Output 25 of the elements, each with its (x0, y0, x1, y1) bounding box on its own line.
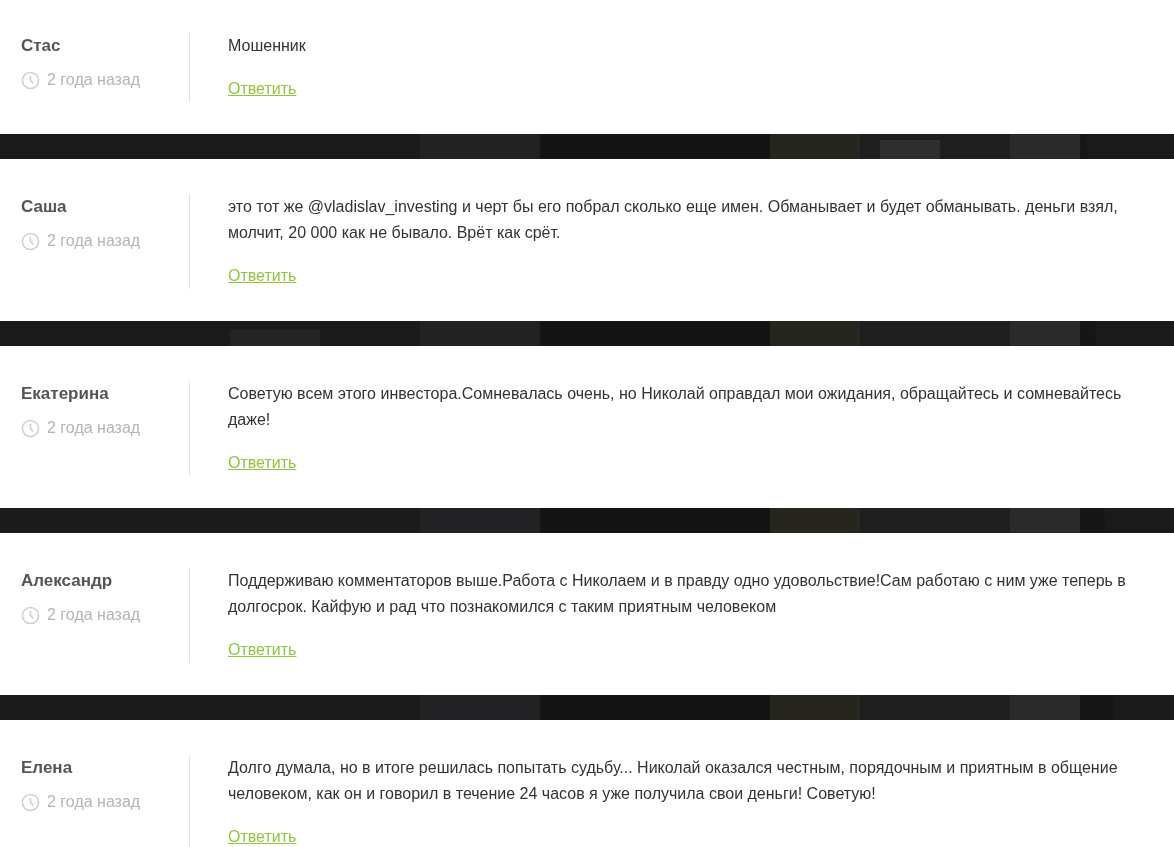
author-name: Елена (21, 757, 73, 779)
comment-time: 2 года назад (47, 231, 141, 251)
comment-time: 2 года назад (47, 418, 141, 438)
reply-link[interactable]: Ответить (228, 263, 297, 289)
clock-icon (21, 418, 40, 438)
reply-link[interactable]: Ответить (228, 824, 297, 847)
reply-link[interactable]: Ответить (228, 76, 297, 102)
comment-text: Поддерживаю комментаторов выше.Работа с Николаем и в правду одно удовольствие!Сам работаю с ним уже теперь в долгосрок. Кайфую и рад что познакомился с таким приятным человеком (228, 571, 1127, 617)
reply-link[interactable]: Ответить (228, 450, 297, 476)
clock-icon (21, 792, 40, 812)
comment-text: Мошенник (228, 36, 306, 56)
comment-time: 2 года назад (47, 792, 141, 812)
comment-text: это тот же @vladislav_investing и черт бы его побрал сколько еще имен. Обманывает и будет обманывать. деньги взял, молчит, 20 000 как не бывало. Врёт как срёт. (228, 197, 1119, 243)
comment-text: Советую всем этого инвестора.Сомневалась очень, но Николай оправдал мои ожидания, обращайтесь и сомневайтесь даже! (228, 384, 1123, 430)
comment-text: Долго думала, но в итоге решилась попытать судьбу... Николай оказался честным, порядочным и приятным в общение человеком, как он и говорил в течение 24 часов я уже получила свои деньги! Советую! (228, 758, 1119, 804)
clock-icon (21, 231, 40, 251)
author-name: Саша (21, 196, 67, 218)
author-name: Александр (21, 570, 113, 592)
clock-icon (21, 70, 40, 90)
author-name: Стас (21, 35, 61, 57)
comment-time: 2 года назад (47, 605, 141, 625)
reply-link[interactable]: Ответить (228, 637, 297, 663)
comment-time: 2 года назад (47, 70, 141, 90)
author-name: Екатерина (21, 383, 109, 405)
clock-icon (21, 605, 40, 625)
